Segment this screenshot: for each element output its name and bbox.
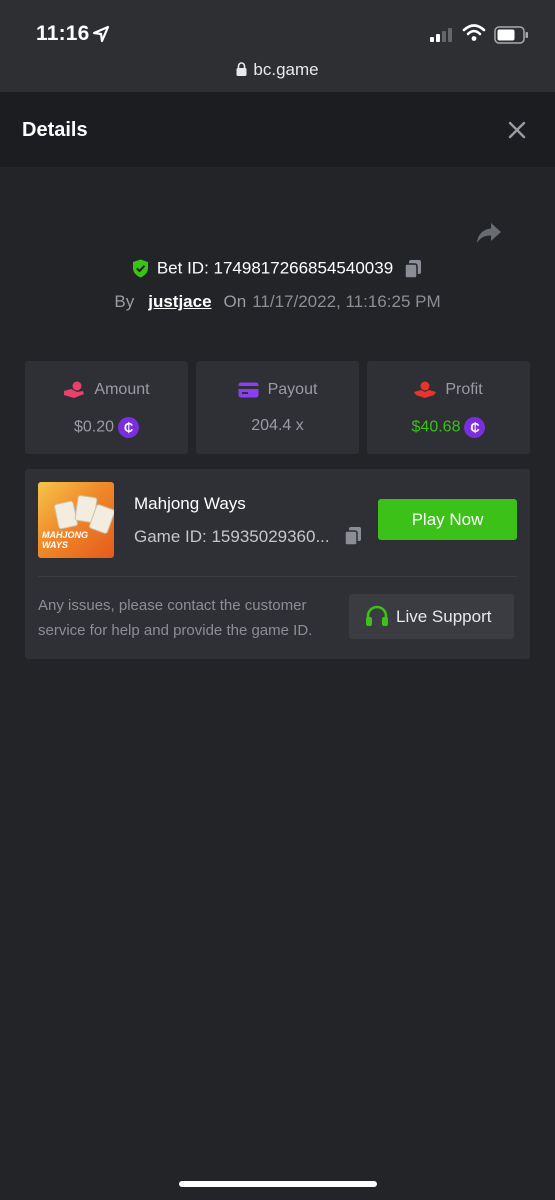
support-hint-text: Any issues, please contact the customer … — [38, 597, 313, 639]
profit-value: $40.68 — [411, 418, 461, 436]
on-label: On — [223, 292, 247, 311]
payout-stat-card: Payout 204.4 x — [196, 361, 359, 454]
headset-icon — [366, 605, 388, 626]
battery-icon — [494, 26, 528, 44]
profit-hand-icon — [414, 381, 437, 398]
payout-value: 204.4 x — [251, 417, 304, 434]
amount-stat-card: Amount $0.20 ₵ — [25, 361, 188, 454]
divider — [38, 576, 517, 577]
coin-icon: ₵ — [118, 417, 140, 438]
copy-icon[interactable] — [403, 259, 423, 279]
by-label: By — [114, 292, 135, 311]
profit-stat-card: Profit $40.68 ₵ — [367, 361, 530, 454]
game-name: Mahjong Ways — [134, 494, 246, 513]
card-icon — [238, 382, 259, 398]
copy-icon[interactable] — [343, 526, 363, 546]
payout-label: Payout — [267, 381, 318, 398]
home-indicator[interactable] — [179, 1181, 377, 1187]
thumbnail-logo-text: MAHJONG WAYS — [42, 530, 89, 550]
coin-icon: ₵ — [464, 417, 486, 438]
game-thumbnail[interactable]: MAHJONG WAYS — [38, 482, 114, 558]
bet-date: 11/17/2022, 11:16:25 PM — [252, 292, 441, 311]
game-id: Game ID: 15935029360... — [134, 527, 330, 546]
profit-label: Profit — [445, 381, 483, 398]
url-bar[interactable]: bc.game — [0, 60, 555, 80]
hand-coins-icon — [64, 381, 85, 398]
share-icon[interactable] — [475, 220, 503, 246]
page-title: Details — [22, 119, 88, 141]
url-text: bc.game — [253, 60, 319, 79]
wifi-icon — [462, 24, 486, 41]
game-card: MAHJONG WAYS Mahjong Ways Game ID: 15935… — [25, 469, 530, 659]
live-support-label: Live Support — [396, 607, 492, 626]
close-icon[interactable] — [505, 118, 529, 142]
cellular-signal-icon — [430, 28, 452, 42]
lock-icon — [236, 62, 247, 76]
live-support-button[interactable]: Live Support — [349, 594, 514, 639]
verified-shield-icon — [132, 259, 148, 278]
bet-id-row: Bet ID: 1749817266854540039 — [0, 258, 555, 279]
username-link[interactable]: justjace — [148, 292, 211, 311]
play-now-button[interactable]: Play Now — [378, 499, 517, 540]
amount-value: $0.20 — [73, 418, 115, 436]
bet-id-text: Bet ID: 1749817266854540039 — [156, 258, 394, 278]
clock-time: 11:16 — [36, 22, 90, 45]
amount-label: Amount — [94, 381, 150, 398]
location-arrow-icon — [92, 25, 110, 43]
bet-meta-row: By justjace On 11/17/2022, 11:16:25 PM — [0, 292, 555, 312]
details-header: Details — [0, 92, 555, 167]
status-bar: 11:16 bc.game — [0, 0, 555, 92]
